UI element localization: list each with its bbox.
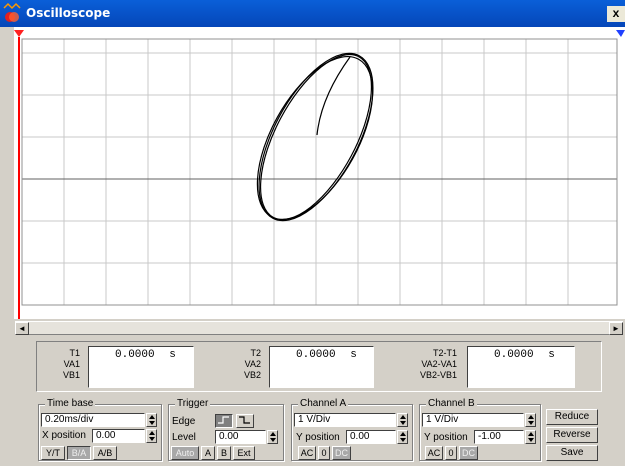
trigger-level-field[interactable]: 0.00: [215, 430, 266, 444]
trigger-title: Trigger: [175, 398, 211, 409]
time-base-title: Time base: [45, 398, 96, 409]
trigger-ext-button[interactable]: Ext: [233, 446, 255, 460]
mode-yt-button[interactable]: Y/T: [41, 446, 65, 460]
channel-b-ypos-spinner[interactable]: [525, 430, 536, 444]
trigger-level-spinner[interactable]: [267, 430, 278, 444]
time-base-scale-field[interactable]: 0.20ms/div: [41, 413, 145, 427]
mode-ba-button[interactable]: B/A: [67, 446, 91, 460]
t1-readout: 0.0000 s: [88, 346, 194, 388]
channel-a-zero-button[interactable]: 0: [318, 446, 330, 460]
diff-readout: 0.0000 s: [467, 346, 575, 388]
reverse-button[interactable]: Reverse: [546, 427, 598, 443]
scroll-right-icon[interactable]: ►: [609, 322, 623, 335]
edge-rising-icon[interactable]: [215, 414, 233, 428]
mode-ab-button[interactable]: A/B: [93, 446, 117, 460]
scope-display: [14, 27, 625, 319]
channel-a-scale-field[interactable]: 1 V/Div: [294, 413, 396, 427]
channel-b-ypos-label: Y position: [424, 432, 468, 443]
channel-b-title: Channel B: [426, 398, 477, 409]
horizontal-scrollbar[interactable]: ◄ ►: [15, 321, 623, 335]
channel-a-ypos-field[interactable]: 0.00: [346, 430, 396, 444]
save-button[interactable]: Save: [546, 445, 598, 461]
channel-a-title: Channel A: [298, 398, 349, 409]
channel-a-ypos-spinner[interactable]: [397, 430, 408, 444]
window-title: Oscilloscope: [26, 6, 111, 20]
channel-a-ypos-label: Y position: [296, 432, 340, 443]
x-position-spinner[interactable]: [146, 429, 157, 443]
channel-b-ypos-field[interactable]: -1.00: [474, 430, 524, 444]
title-bar: Oscilloscope x: [0, 0, 625, 27]
reduce-button[interactable]: Reduce: [546, 409, 598, 425]
trigger-a-button[interactable]: A: [201, 446, 215, 460]
edge-label: Edge: [172, 416, 196, 427]
trigger-b-button[interactable]: B: [217, 446, 231, 460]
channel-b-scale-spinner[interactable]: [525, 413, 536, 427]
channel-b-scale-field[interactable]: 1 V/Div: [422, 413, 524, 427]
x-position-field[interactable]: 0.00: [92, 429, 145, 443]
channel-a-scale-spinner[interactable]: [397, 413, 408, 427]
channel-a-dc-button[interactable]: DC: [332, 446, 351, 460]
channel-b-zero-button[interactable]: 0: [445, 446, 457, 460]
channel-a-ac-button[interactable]: AC: [298, 446, 316, 460]
t2-labels: T2 VA2 VB2: [243, 348, 261, 380]
diff-labels: T2-T1 VA2-VA1 VB2-VB1: [419, 348, 457, 380]
scroll-left-icon[interactable]: ◄: [15, 322, 29, 335]
trigger-auto-button[interactable]: Auto: [171, 446, 199, 460]
channel-b-ac-button[interactable]: AC: [425, 446, 443, 460]
close-button[interactable]: x: [607, 6, 625, 22]
t1-labels: T1 VA1 VB1: [62, 348, 80, 380]
edge-falling-icon[interactable]: [236, 414, 254, 428]
time-base-scale-spinner[interactable]: [146, 413, 157, 427]
t2-readout: 0.0000 s: [269, 346, 374, 388]
cursor-readout-panel: T1 VA1 VB1 0.0000 s T2 VA2 VB2 0.0000 s …: [36, 341, 602, 392]
oscilloscope-app-icon: [3, 2, 21, 22]
x-position-label: X position: [42, 430, 86, 441]
level-label: Level: [172, 432, 196, 443]
channel-b-dc-button[interactable]: DC: [459, 446, 478, 460]
